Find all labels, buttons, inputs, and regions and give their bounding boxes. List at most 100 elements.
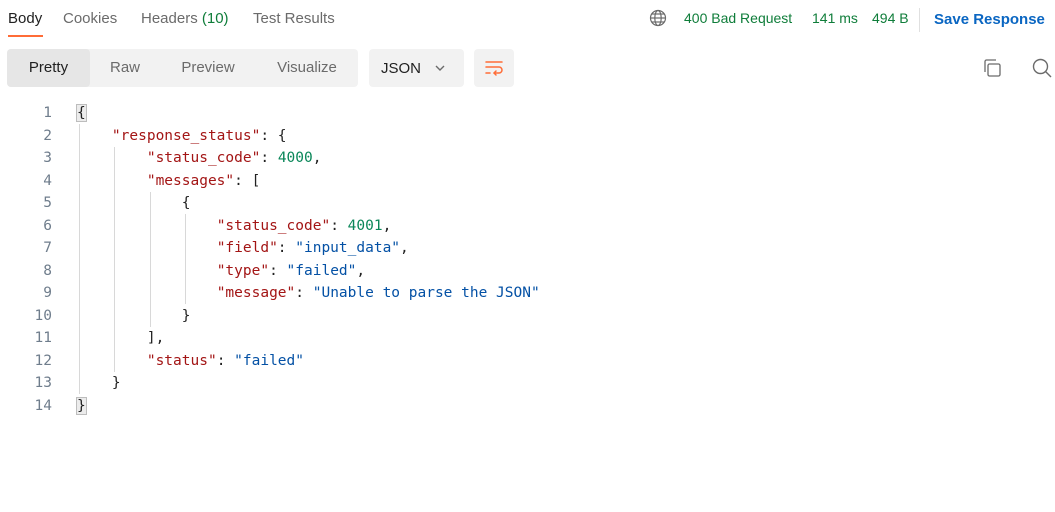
code-line: 14} [0, 395, 1055, 418]
line-number: 9 [43, 285, 52, 301]
format-select-value: JSON [381, 60, 422, 77]
json-punctuation: { [77, 195, 191, 211]
line-number: 13 [34, 375, 52, 391]
line-number: 6 [43, 217, 52, 234]
status-code[interactable]: 400 Bad Request [684, 10, 792, 26]
json-key: "messages" [146, 172, 235, 189]
code-content: "status_code": 4000, [77, 147, 322, 170]
code-line: 10 } [0, 305, 1055, 328]
json-punctuation: } [76, 396, 87, 415]
json-punctuation: , [312, 150, 322, 166]
headers-count-badge: (10) [201, 10, 229, 27]
line-number: 14 [34, 397, 52, 414]
line-number: 7 [43, 240, 52, 256]
view-mode-preview[interactable]: Preview [160, 49, 256, 87]
json-punctuation [77, 263, 217, 279]
json-punctuation: : { [260, 127, 287, 144]
json-key: "status" [146, 352, 217, 369]
active-tab-indicator [8, 35, 43, 37]
json-punctuation: , [356, 262, 366, 279]
json-punctuation [77, 150, 147, 166]
json-string: "Unable to parse the JSON" [312, 285, 540, 301]
code-line: 7 "field": "input_data", [0, 237, 1055, 260]
line-number: 2 [43, 127, 52, 144]
json-number: 4001 [347, 217, 383, 234]
json-key: "status_code" [146, 150, 261, 166]
json-key: "status_code" [216, 217, 331, 234]
code-line: 12 "status": "failed" [0, 350, 1055, 373]
code-content: "status_code": 4001, [77, 215, 392, 238]
line-number: 1 [43, 105, 52, 121]
response-body-editor[interactable]: 1{2 "response_status": {3 "status_code":… [0, 102, 1055, 422]
chevron-down-icon [432, 60, 448, 76]
view-mode-visualize[interactable]: Visualize [256, 49, 358, 87]
json-key: "field" [216, 240, 278, 256]
response-time[interactable]: 141 ms [812, 10, 858, 26]
code-line: 9 "message": "Unable to parse the JSON" [0, 282, 1055, 305]
divider [919, 8, 920, 32]
view-mode-pretty[interactable]: Pretty [7, 49, 90, 87]
code-content: ], [77, 327, 164, 350]
response-tab-bar: Body Cookies Headers (10) Test Results 4… [0, 0, 1055, 38]
json-key: "message" [216, 285, 296, 301]
save-response-button[interactable]: Save Response [934, 11, 1045, 28]
code-line: 4 "messages": [ [0, 170, 1055, 193]
json-punctuation: { [76, 104, 87, 122]
search-icon[interactable] [1030, 56, 1054, 80]
json-string: "failed" [286, 262, 357, 279]
response-size[interactable]: 494 B [872, 10, 909, 26]
code-line: 8 "type": "failed", [0, 260, 1055, 283]
code-content: "response_status": { [77, 125, 287, 148]
code-content: "type": "failed", [77, 260, 365, 283]
json-key: "type" [216, 262, 270, 279]
line-number: 11 [34, 330, 52, 346]
line-number: 3 [43, 150, 52, 166]
json-punctuation: ], [77, 330, 165, 346]
code-line: 13 } [0, 372, 1055, 395]
line-number: 8 [43, 262, 52, 279]
line-number: 5 [43, 195, 52, 211]
tab-test-results[interactable]: Test Results [253, 10, 335, 27]
format-select[interactable]: JSON [369, 49, 464, 87]
line-number: 4 [43, 172, 52, 189]
json-punctuation: : [260, 150, 278, 166]
tab-headers-label: Headers [141, 10, 198, 27]
code-content: { [76, 102, 87, 125]
tab-body[interactable]: Body [8, 10, 42, 27]
line-number: 12 [34, 352, 52, 369]
json-punctuation [77, 128, 112, 144]
json-punctuation: , [382, 217, 392, 234]
json-punctuation: : [295, 285, 313, 301]
view-mode-raw[interactable]: Raw [90, 49, 160, 87]
json-punctuation [77, 240, 217, 256]
json-string: "failed" [234, 352, 304, 369]
wrap-lines-button[interactable] [474, 49, 514, 87]
json-number: 4000 [277, 150, 313, 166]
code-line: 5 { [0, 192, 1055, 215]
json-punctuation [77, 353, 147, 369]
json-punctuation [77, 218, 217, 234]
code-line: 11 ], [0, 327, 1055, 350]
code-content: "message": "Unable to parse the JSON" [77, 282, 540, 305]
json-string: "input_data" [295, 240, 401, 256]
code-content: } [77, 305, 191, 328]
json-punctuation: : [277, 240, 296, 256]
json-punctuation: } [77, 375, 121, 391]
code-content: "field": "input_data", [77, 237, 409, 260]
json-punctuation: , [400, 240, 409, 256]
tab-cookies[interactable]: Cookies [63, 10, 117, 27]
json-punctuation: : [216, 352, 235, 369]
code-line: 3 "status_code": 4000, [0, 147, 1055, 170]
json-key: "response_status" [111, 127, 261, 144]
code-line: 2 "response_status": { [0, 125, 1055, 148]
json-punctuation [77, 173, 147, 189]
tab-headers[interactable]: Headers (10) [141, 10, 229, 27]
view-mode-switcher: Pretty Raw Preview Visualize [7, 49, 358, 87]
json-punctuation: : [269, 262, 287, 279]
json-punctuation [77, 285, 217, 301]
globe-icon[interactable] [649, 9, 667, 30]
copy-icon[interactable] [980, 56, 1004, 80]
line-number: 10 [34, 307, 52, 324]
code-line: 6 "status_code": 4001, [0, 215, 1055, 238]
json-punctuation: : [330, 217, 348, 234]
